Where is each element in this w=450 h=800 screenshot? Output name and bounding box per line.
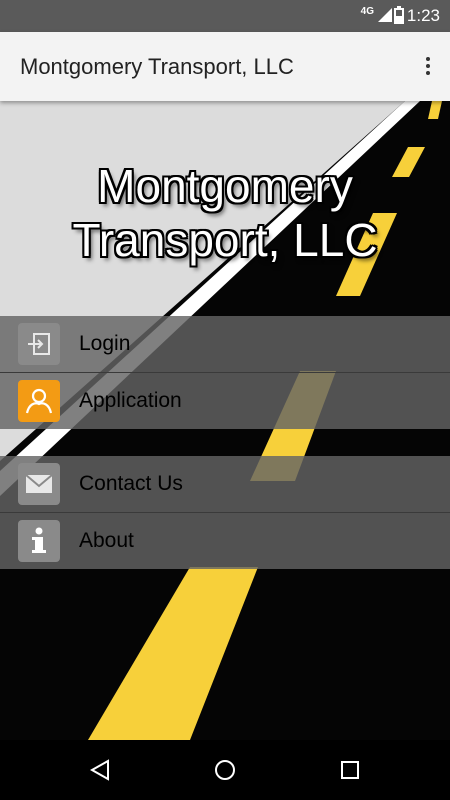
signal-icon xyxy=(378,8,392,22)
hero-title-line1: Montgomery xyxy=(97,160,353,212)
menu-item-label: Contact Us xyxy=(79,472,183,495)
menu-item-login[interactable]: Login xyxy=(0,316,450,372)
info-icon xyxy=(18,520,60,562)
login-icon xyxy=(18,323,60,365)
hero-background: Montgomery Transport, LLC Login Applicat… xyxy=(0,101,450,740)
home-icon[interactable] xyxy=(213,758,237,782)
menu-item-about[interactable]: About xyxy=(0,513,450,569)
person-icon xyxy=(18,380,60,422)
battery-icon xyxy=(394,6,404,24)
envelope-icon xyxy=(18,463,60,505)
recents-icon[interactable] xyxy=(338,758,362,782)
menu-item-application[interactable]: Application xyxy=(0,373,450,429)
menu-item-contact-us[interactable]: Contact Us xyxy=(0,456,450,512)
overflow-menu-icon[interactable] xyxy=(420,54,436,80)
clock: 1:23 xyxy=(406,6,440,25)
back-icon[interactable] xyxy=(88,758,112,782)
navigation-bar xyxy=(0,740,450,800)
status-bar: 4G 1:23 xyxy=(0,0,450,32)
app-bar: Montgomery Transport, LLC xyxy=(0,32,450,101)
menu-item-label: Login xyxy=(79,332,131,355)
network-type: 4G xyxy=(360,6,374,17)
app-title: Montgomery Transport, LLC xyxy=(20,54,294,79)
menu-item-label: Application xyxy=(79,389,182,412)
menu-item-label: About xyxy=(79,529,134,552)
hero-title-line2: Transport, LLC xyxy=(72,214,378,266)
hero-title: Montgomery Transport, LLC xyxy=(0,159,450,267)
